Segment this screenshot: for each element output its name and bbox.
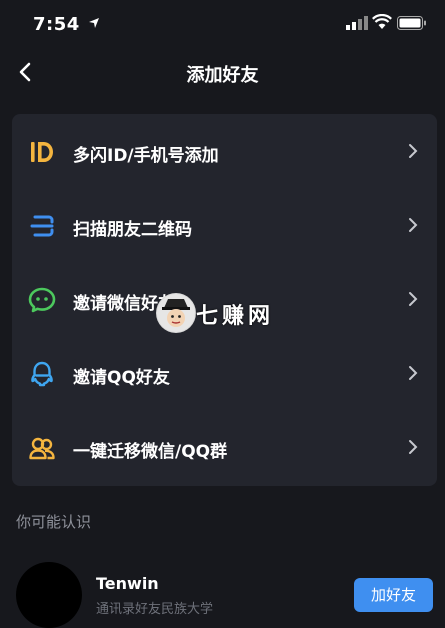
page-title: 添加好友 — [186, 65, 259, 86]
scan-icon — [30, 215, 54, 237]
cartoon-face-icon — [157, 294, 195, 332]
section-title: 你可能认识 — [16, 513, 92, 531]
menu-item-migrate-groups[interactable]: 一键迁移微信/QQ群 — [12, 410, 437, 484]
menu-item-scan-qr[interactable]: 扫描朋友二维码 — [12, 188, 437, 262]
watermark-text: 七赚网 — [196, 304, 275, 329]
menu-label: 一键迁移微信/QQ群 — [73, 442, 228, 462]
wifi-icon — [372, 14, 392, 29]
battery-icon — [397, 16, 426, 30]
location-arrow-icon — [89, 18, 99, 28]
status-bar: 7:54 — [0, 0, 445, 50]
navigation-bar: 添加好友 — [0, 50, 445, 96]
suggested-contact: Tenwin 通讯录好友民族大学 加好友 — [0, 556, 445, 628]
wechat-icon — [28, 287, 56, 313]
chevron-right-icon — [409, 366, 418, 380]
avatar[interactable] — [16, 562, 82, 628]
qq-icon — [31, 361, 53, 387]
chevron-right-icon — [409, 440, 418, 454]
id-icon — [31, 142, 53, 162]
chevron-right-icon — [409, 292, 418, 306]
contact-subtitle: 通讯录好友民族大学 — [96, 602, 214, 617]
chevron-right-icon — [409, 144, 418, 158]
status-time: 7:54 — [33, 14, 80, 35]
menu-item-id-phone[interactable]: 多闪ID/手机号添加 — [12, 114, 437, 188]
group-icon — [29, 437, 55, 460]
menu-label: 多闪ID/手机号添加 — [73, 146, 219, 166]
cellular-signal-icon — [346, 16, 368, 30]
watermark-logo — [156, 293, 196, 333]
add-friend-button[interactable]: 加好友 — [354, 578, 433, 612]
menu-item-invite-qq[interactable]: 邀请QQ好友 — [12, 336, 437, 410]
menu-label: 扫描朋友二维码 — [73, 220, 192, 240]
menu-label: 邀请QQ好友 — [73, 368, 170, 388]
contact-name: Tenwin — [96, 574, 159, 593]
chevron-right-icon — [409, 218, 418, 232]
